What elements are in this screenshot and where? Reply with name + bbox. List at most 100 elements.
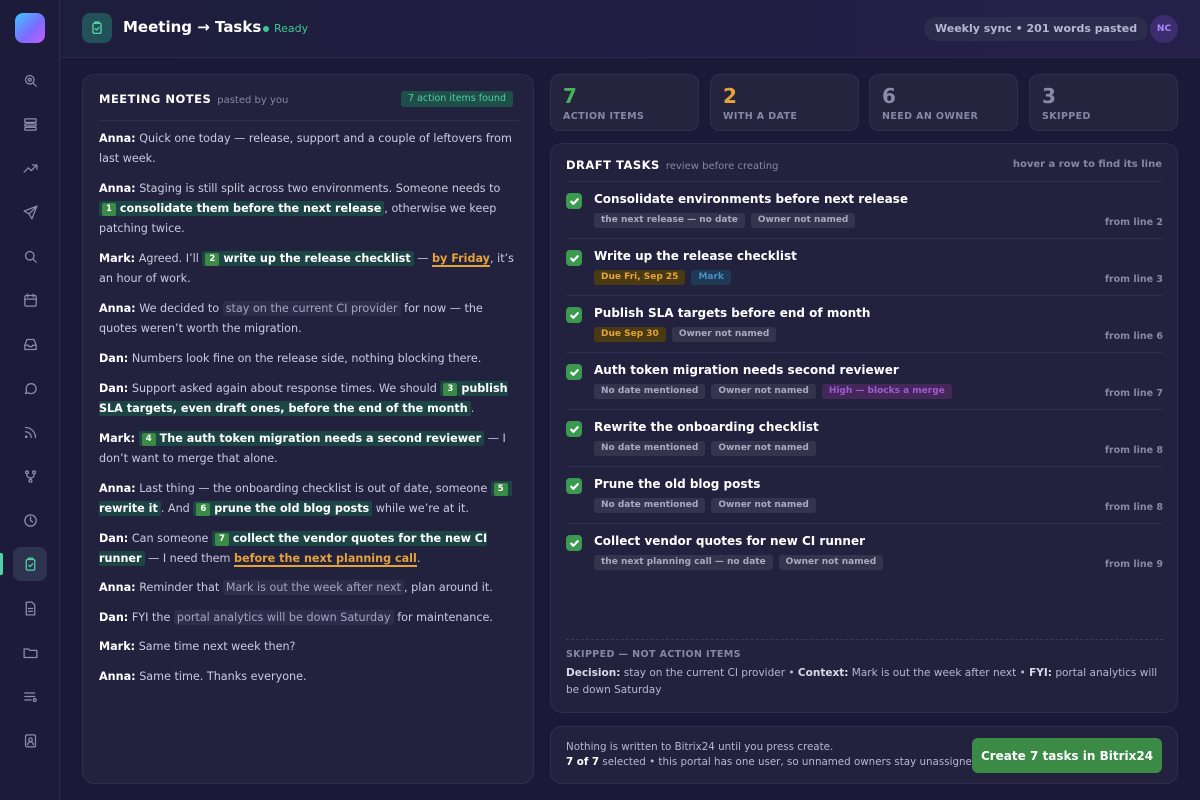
owner-tag[interactable]: Mark xyxy=(691,270,731,285)
date-tag[interactable]: No date mentioned xyxy=(594,498,706,513)
action-highlight[interactable]: 1 consolidate them before the next releas… xyxy=(99,201,385,216)
task-row[interactable]: Consolidate environments before next rel… xyxy=(566,182,1163,239)
task-tags: the next release — no date Owner not nam… xyxy=(594,213,856,228)
contact-icon[interactable] xyxy=(18,728,42,752)
source-line: from line 3 xyxy=(1104,274,1163,285)
owner-tag[interactable]: Owner not named xyxy=(750,213,856,228)
task-row[interactable]: Auth token migration needs second review… xyxy=(566,353,1163,410)
owner-tag[interactable]: Owner not named xyxy=(671,327,777,342)
checkmark-icon xyxy=(569,482,579,490)
task-checkbox[interactable] xyxy=(566,421,582,437)
task-title: Write up the release checklist xyxy=(594,249,797,263)
stat-value: 6 xyxy=(882,84,896,108)
layers-icon[interactable] xyxy=(18,112,42,136)
note-text: Quick one today — release, support and a… xyxy=(99,132,512,165)
task-title: Prune the old blog posts xyxy=(594,477,761,491)
action-number: 4 xyxy=(141,433,156,446)
list-icon[interactable] xyxy=(18,684,42,708)
date-highlight[interactable]: before the next planning call xyxy=(234,552,417,567)
date-tag[interactable]: No date mentioned xyxy=(594,441,706,456)
task-title: Rewrite the onboarding checklist xyxy=(594,420,819,434)
action-text: prune the old blog posts xyxy=(214,502,370,515)
checkmark-icon xyxy=(569,197,579,205)
active-indicator xyxy=(0,553,3,575)
calendar-icon[interactable] xyxy=(18,288,42,312)
task-row[interactable]: Collect vendor quotes for new CI runner … xyxy=(566,524,1163,581)
clipboard-check-icon[interactable] xyxy=(13,547,47,581)
trending-icon[interactable] xyxy=(18,156,42,180)
owner-tag[interactable]: Owner not named xyxy=(711,498,816,513)
footer-selection: 7 of 7 selected • this portal has one us… xyxy=(566,756,982,768)
sync-info-pill[interactable]: Weekly sync • 201 words pasted xyxy=(924,17,1149,41)
create-tasks-button[interactable]: Create 7 tasks in Bitrix24 xyxy=(972,738,1162,773)
task-checkbox[interactable] xyxy=(566,193,582,209)
task-checkbox[interactable] xyxy=(566,250,582,266)
owner-tag[interactable]: Owner not named xyxy=(778,555,884,570)
action-number: 3 xyxy=(443,383,458,396)
source-line: from line 7 xyxy=(1104,388,1163,399)
search-icon[interactable] xyxy=(18,244,42,268)
due-date-tag[interactable]: Due Fri, Sep 25 xyxy=(594,270,686,285)
inbox-icon[interactable] xyxy=(18,332,42,356)
skipped-highlight[interactable]: Mark is out the week after next xyxy=(222,580,405,595)
priority-tag[interactable]: High — blocks a merge xyxy=(821,384,952,399)
source-line: from line 8 xyxy=(1104,445,1163,456)
note-text: We decided to xyxy=(139,302,220,315)
draft-tasks-panel: DRAFT TASKS review before creating hover … xyxy=(550,143,1178,713)
checkmark-icon xyxy=(569,254,579,262)
task-checkbox[interactable] xyxy=(566,364,582,380)
document-icon[interactable] xyxy=(18,596,42,620)
stat-label: ACTION ITEMS xyxy=(563,111,645,122)
app-logo[interactable] xyxy=(15,13,45,43)
date-highlight[interactable]: by Friday xyxy=(432,252,490,267)
selection-count: 7 of 7 xyxy=(566,756,600,768)
chat-icon[interactable] xyxy=(18,376,42,400)
status-indicator: Ready xyxy=(263,22,308,35)
date-tag[interactable]: the next release — no date xyxy=(594,213,745,228)
drafts-title: DRAFT TASKS xyxy=(566,158,660,172)
task-checkbox[interactable] xyxy=(566,478,582,494)
clock-icon[interactable] xyxy=(18,508,42,532)
due-date-tag[interactable]: Due Sep 30 xyxy=(594,327,666,342)
stat-value: 2 xyxy=(723,84,737,108)
skipped-highlight[interactable]: stay on the current CI provider xyxy=(222,301,401,316)
task-tags: No date mentioned Owner not named xyxy=(594,441,816,456)
task-row[interactable]: Rewrite the onboarding checklist No date… xyxy=(566,410,1163,467)
note-line: Mark: Agreed. I’ll 2 write up the release… xyxy=(99,249,519,289)
action-text: consolidate them before the next release xyxy=(119,202,382,215)
speaker: Mark: xyxy=(99,252,136,265)
action-highlight[interactable]: 2 write up the release checklist xyxy=(202,251,414,266)
skipped-label: Context: xyxy=(797,667,849,679)
branch-icon[interactable] xyxy=(18,464,42,488)
action-highlight[interactable]: 4 The auth token migration needs a second… xyxy=(138,431,485,446)
stat-card-need-owner: 6 NEED AN OWNER xyxy=(869,74,1018,131)
source-line: from line 9 xyxy=(1104,559,1163,570)
rss-icon[interactable] xyxy=(18,420,42,444)
task-row[interactable]: Prune the old blog posts No date mention… xyxy=(566,467,1163,524)
task-row[interactable]: Publish SLA targets before end of month … xyxy=(566,296,1163,353)
task-title: Consolidate environments before next rel… xyxy=(594,192,908,206)
note-text: Same time next week then? xyxy=(138,640,296,653)
note-text: , plan around it. xyxy=(404,581,493,594)
note-line: Dan: Can someone 7 collect the vendor quo… xyxy=(99,529,519,569)
skipped-text: Mark is out the week after next xyxy=(851,667,1017,679)
search-icon[interactable] xyxy=(18,68,42,92)
speaker: Dan: xyxy=(99,532,129,545)
task-checkbox[interactable] xyxy=(566,307,582,323)
note-text: . xyxy=(416,552,421,565)
owner-tag[interactable]: Owner not named xyxy=(711,384,816,399)
date-tag[interactable]: No date mentioned xyxy=(594,384,706,399)
checkmark-icon xyxy=(569,368,579,376)
note-line: Mark: Same time next week then? xyxy=(99,637,519,657)
owner-tag[interactable]: Owner not named xyxy=(711,441,816,456)
action-number: 1 xyxy=(102,203,116,216)
task-row[interactable]: Write up the release checklist Due Fri, … xyxy=(566,239,1163,296)
task-checkbox[interactable] xyxy=(566,535,582,551)
date-tag[interactable]: the next planning call — no date xyxy=(594,555,773,570)
skipped-highlight[interactable]: portal analytics will be down Saturday xyxy=(173,610,394,625)
action-text: The auth token migration needs a second … xyxy=(159,432,482,445)
folder-icon[interactable] xyxy=(18,640,42,664)
avatar[interactable]: NC xyxy=(1150,15,1178,43)
action-highlight[interactable]: 6 prune the old blog posts xyxy=(193,501,373,516)
send-icon[interactable] xyxy=(18,200,42,224)
